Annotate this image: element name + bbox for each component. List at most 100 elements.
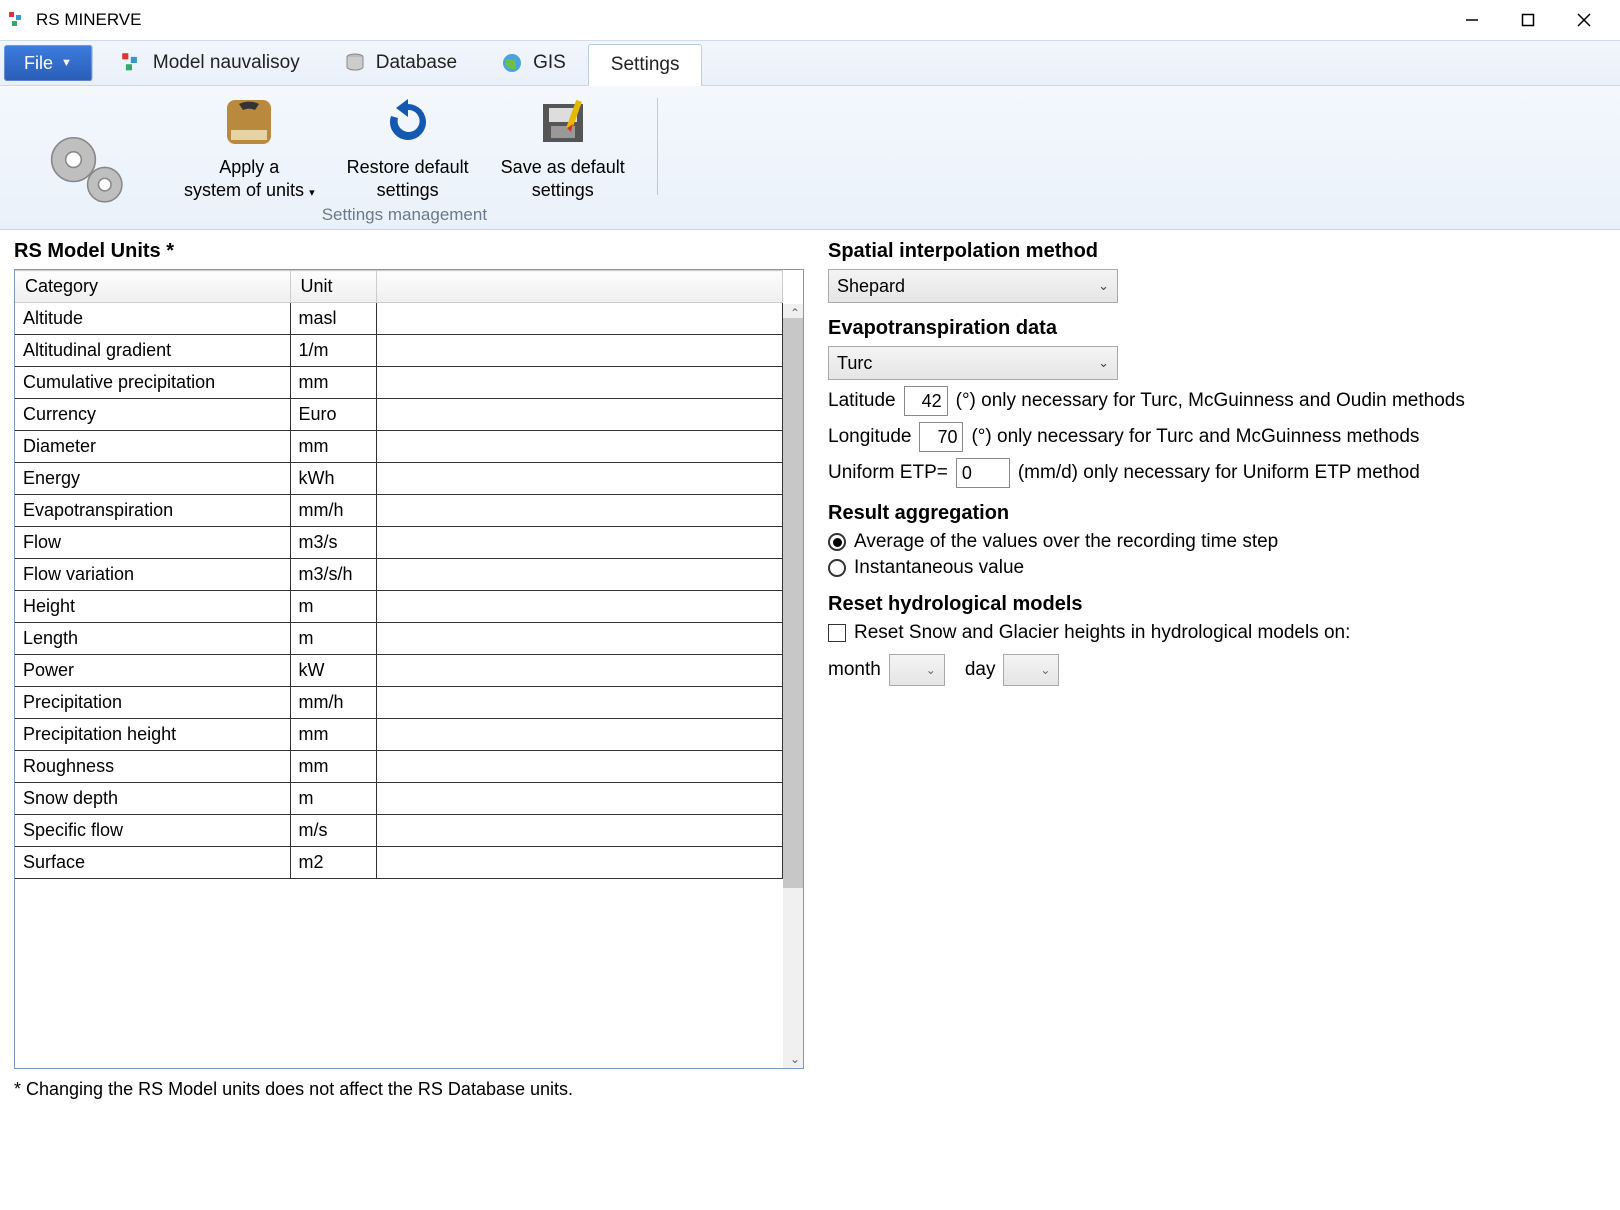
table-row[interactable]: Evapotranspirationmm/h [15,495,783,527]
table-row[interactable]: Altitudinal gradient1/m [15,335,783,367]
tab-database[interactable]: Database [322,41,479,85]
unit-value[interactable]: mm/h [290,495,376,527]
tab-gis[interactable]: GIS [479,41,588,85]
table-row[interactable]: Diametermm [15,431,783,463]
table-row[interactable]: Flow variationm3/s/h [15,559,783,591]
etp-input[interactable] [956,458,1010,488]
unit-value[interactable]: Euro [290,399,376,431]
longitude-hint: (°) only necessary for Turc and McGuinne… [971,426,1419,448]
longitude-input[interactable] [919,422,963,452]
day-select[interactable]: ⌄ [1003,654,1059,686]
table-row[interactable]: Precipitation heightmm [15,719,783,751]
units-col-unit[interactable]: Unit [290,271,376,303]
table-row[interactable]: CurrencyEuro [15,399,783,431]
table-row[interactable]: Altitudemasl [15,303,783,335]
units-table[interactable]: Category Unit AltitudemaslAltitudinal gr… [15,270,783,879]
agg-option-instant[interactable]: Instantaneous value [828,557,1586,579]
latitude-input[interactable] [904,386,948,416]
tab-settings[interactable]: Settings [588,44,703,86]
unit-value[interactable]: mm [290,431,376,463]
table-row[interactable]: Surfacem2 [15,847,783,879]
table-row[interactable]: Lengthm [15,623,783,655]
save-default-button[interactable]: Save as default settings [501,94,625,201]
unit-empty [376,655,783,687]
unit-category: Flow variation [15,559,290,591]
unit-value[interactable]: masl [290,303,376,335]
table-row[interactable]: Specific flowm/s [15,815,783,847]
dropdown-icon: ▼ [61,57,72,69]
unit-value[interactable]: m3/s/h [290,559,376,591]
unit-category: Length [15,623,290,655]
spatial-value: Shepard [837,276,905,297]
table-row[interactable]: Cumulative precipitationmm [15,367,783,399]
unit-empty [376,847,783,879]
unit-category: Flow [15,527,290,559]
unit-empty [376,463,783,495]
units-col-category[interactable]: Category [15,271,290,303]
unit-value[interactable]: mm [290,719,376,751]
unit-category: Altitude [15,303,290,335]
file-button[interactable]: File ▼ [4,45,93,81]
latitude-hint: (°) only necessary for Turc, McGuinness … [956,390,1465,412]
unit-value[interactable]: 1/m [290,335,376,367]
table-row[interactable]: Precipitationmm/h [15,687,783,719]
spatial-title: Spatial interpolation method [828,240,1586,263]
spatial-select[interactable]: Shepard ⌄ [828,269,1118,303]
unit-value[interactable]: mm [290,367,376,399]
unit-empty [376,495,783,527]
restore-default-button[interactable]: Restore default settings [347,94,469,201]
scroll-down-icon[interactable]: ⌄ [790,1052,800,1066]
evap-select[interactable]: Turc ⌄ [828,346,1118,380]
unit-category: Specific flow [15,815,290,847]
unit-category: Precipitation height [15,719,290,751]
month-select[interactable]: ⌄ [889,654,945,686]
apply-units-l1: Apply a [219,156,279,179]
unit-value[interactable]: m/s [290,815,376,847]
tab-model-label: Model nauvalisoy [153,52,300,74]
unit-empty [376,559,783,591]
table-row[interactable]: Heightm [15,591,783,623]
unit-value[interactable]: mm [290,751,376,783]
table-row[interactable]: Flowm3/s [15,527,783,559]
save-l1: Save as default [501,156,625,179]
unit-value[interactable]: kW [290,655,376,687]
scrollbar-thumb[interactable] [783,318,803,888]
unit-empty [376,687,783,719]
table-row[interactable]: PowerkW [15,655,783,687]
unit-category: Roughness [15,751,290,783]
unit-category: Snow depth [15,783,290,815]
unit-value[interactable]: m [290,623,376,655]
unit-value[interactable]: m [290,783,376,815]
unit-value[interactable]: kWh [290,463,376,495]
etp-hint: (mm/d) only necessary for Uniform ETP me… [1018,462,1420,484]
unit-category: Currency [15,399,290,431]
database-icon [344,52,366,74]
unit-category: Surface [15,847,290,879]
close-button[interactable] [1556,0,1612,40]
gears-icon [36,119,136,219]
apply-units-button[interactable]: Apply a system of units ▾ [184,94,315,201]
agg-opt1-label: Average of the values over the recording… [854,531,1278,553]
restore-l2: settings [377,179,439,202]
unit-value[interactable]: m2 [290,847,376,879]
tab-model[interactable]: Model nauvalisoy [99,41,322,85]
save-l2: settings [532,179,594,202]
etp-label: Uniform ETP= [828,462,948,484]
file-button-label: File [24,53,53,74]
table-row[interactable]: EnergykWh [15,463,783,495]
minimize-button[interactable] [1444,0,1500,40]
unit-value[interactable]: m3/s [290,527,376,559]
units-title: RS Model Units * [14,240,804,263]
settings-gear-icon-large [16,119,156,225]
latitude-label: Latitude [828,390,896,412]
reset-checkbox-row[interactable]: Reset Snow and Glacier heights in hydrol… [828,622,1586,644]
agg-option-average[interactable]: Average of the values over the recording… [828,531,1586,553]
table-row[interactable]: Snow depthm [15,783,783,815]
model-icon [121,52,143,74]
tab-settings-label: Settings [611,54,680,76]
maximize-button[interactable] [1500,0,1556,40]
table-row[interactable]: Roughnessmm [15,751,783,783]
unit-value[interactable]: mm/h [290,687,376,719]
unit-value[interactable]: m [290,591,376,623]
unit-category: Altitudinal gradient [15,335,290,367]
